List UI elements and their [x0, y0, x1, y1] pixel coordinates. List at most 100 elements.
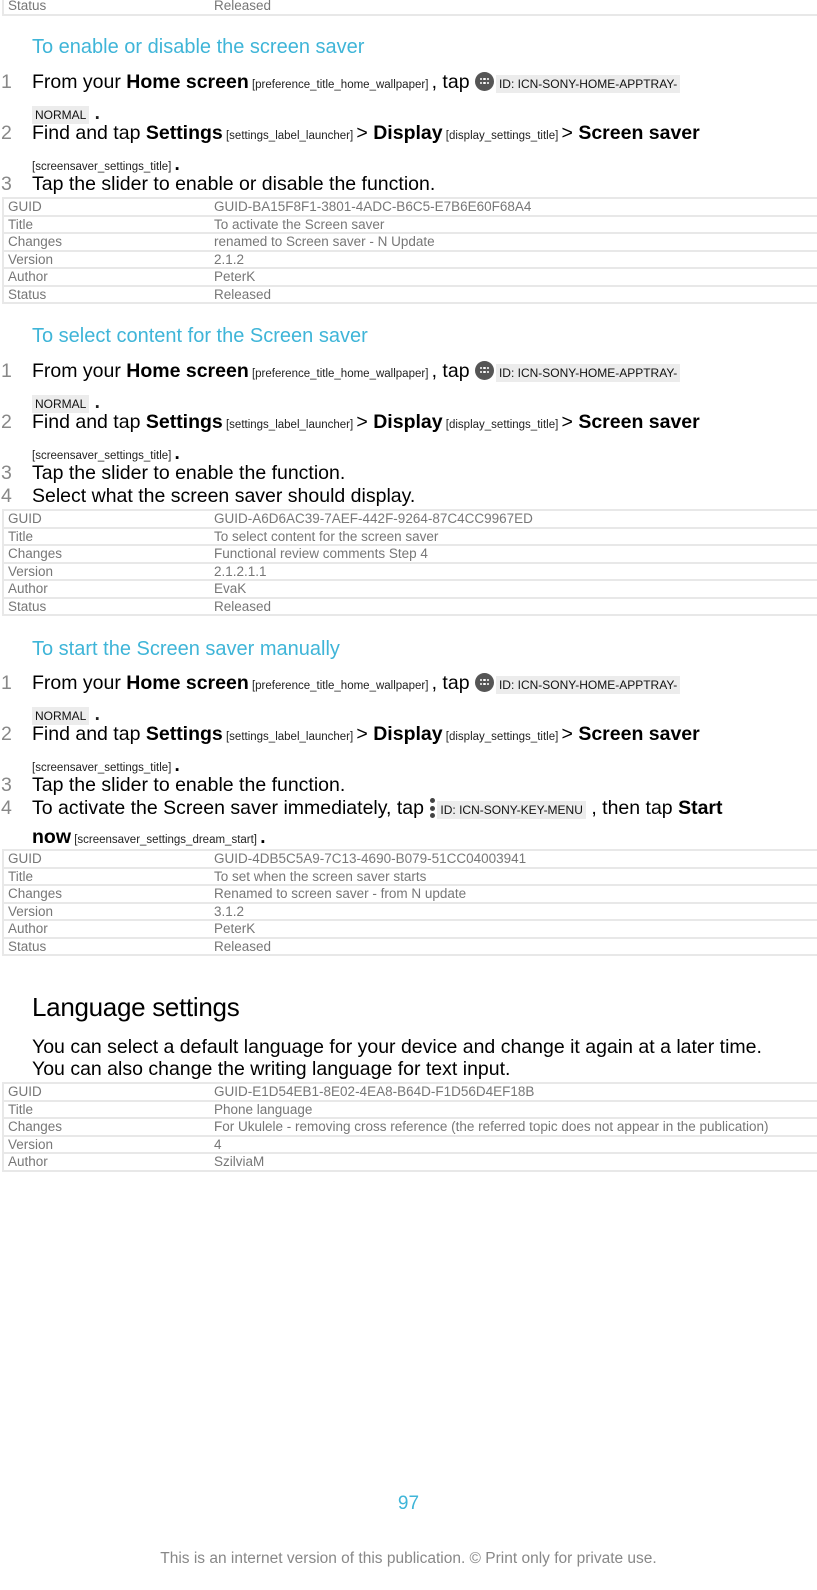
separator: > — [561, 723, 579, 745]
meta-key: Changes — [3, 232, 210, 251]
meta-value: GUID-BA15F8F1-3801-4ADC-B6C5-E7B6E60F68A… — [210, 197, 817, 216]
meta-value: Released — [210, 0, 817, 16]
meta-key: Title — [3, 214, 210, 233]
meta-value: GUID-E1D54EB1-8E02-4EA8-B64D-F1D56D4EF18… — [210, 1082, 817, 1101]
step-number: 4 — [1, 485, 12, 507]
table-row: GUID GUID-A6D6AC39-7AEF-442F-9264-87C4CC9… — [3, 509, 817, 528]
meta-value: 3.1.2 — [210, 901, 817, 920]
table-row: Author PeterK — [3, 919, 817, 938]
table-row: Title To activate the Screen saver — [3, 214, 817, 233]
step-text: Tap the slider to enable or disable the … — [32, 173, 436, 195]
ui-term: Display — [373, 411, 443, 433]
table-row: Version 2.1.2.1.1 — [3, 561, 817, 580]
icon-id-tag: ID: ICN-SONY-KEY-MENU — [437, 801, 586, 819]
meta-value: For Ukulele - removing cross reference (… — [210, 1117, 817, 1136]
table-row: GUID GUID-4DB5C5A9-7C13-4690-B079-51CC040… — [3, 849, 817, 868]
meta-value: GUID-4DB5C5A9-7C13-4690-B079-51CC0400394… — [210, 849, 817, 868]
meta-key: Author — [3, 267, 210, 286]
string-ref: [preference_title_home_wallpaper] — [248, 680, 432, 692]
meta-value: To set when the screen saver starts — [210, 866, 817, 885]
table-row: Status Released — [3, 284, 817, 304]
ui-term: Display — [373, 723, 443, 745]
meta-value: To activate the Screen saver — [210, 214, 817, 233]
meta-key: Author — [3, 1152, 210, 1172]
string-ref: [screensaver_settings_title] — [32, 161, 175, 173]
table-row: Author SzilviaM — [3, 1152, 817, 1172]
string-ref: [display_settings_title] — [442, 130, 562, 142]
meta-key: Title — [3, 1099, 210, 1118]
table-row: Author PeterK — [3, 267, 817, 286]
page-number: 97 — [397, 1493, 420, 1514]
table-row: Changes For Ukulele - removing cross refe… — [3, 1117, 817, 1136]
string-ref: [screensaver_settings_title] — [32, 450, 175, 462]
step-number: 3 — [1, 173, 12, 195]
step-text: . — [174, 154, 180, 175]
step-text: Tap the slider to enable the function. — [32, 774, 346, 796]
table-row: Author EvaK — [3, 579, 817, 598]
meta-value: 4 — [210, 1134, 817, 1153]
meta-key: Status — [3, 284, 210, 304]
section-heading: To select content for the Screen saver — [32, 325, 368, 347]
meta-key: Version — [3, 1134, 210, 1153]
step-number: 1 — [1, 672, 12, 694]
meta-value: To select content for the screen saver — [210, 526, 817, 545]
meta-value: Released — [210, 596, 817, 616]
step-text: . — [89, 704, 100, 725]
step-text: . — [89, 103, 100, 124]
meta-key: Status — [3, 936, 210, 956]
meta-key: GUID — [3, 849, 210, 868]
separator: > — [561, 122, 579, 144]
separator: > — [356, 723, 374, 745]
table-row: Version 4 — [3, 1134, 817, 1153]
step-text: Find and tap — [32, 723, 146, 745]
step-continuation: now [screensaver_settings_dream_start] . — [32, 826, 265, 849]
table-row: Status Released — [3, 936, 817, 956]
paragraph-line: You can select a default language for yo… — [32, 1036, 762, 1058]
table-row: Changes renamed to Screen saver - N Updat… — [3, 232, 817, 251]
meta-key: Author — [3, 579, 210, 598]
step-text: From your — [32, 672, 127, 694]
ui-term: Display — [373, 122, 443, 144]
table-row: Title To set when the screen saver starts — [3, 866, 817, 885]
string-ref: [settings_label_launcher] — [222, 731, 357, 743]
string-ref: [settings_label_launcher] — [222, 130, 357, 142]
step-text: To activate the Screen saver immediately… — [32, 797, 430, 819]
app-tray-icon — [474, 673, 494, 692]
table-row: Title To select content for the screen sa… — [3, 526, 817, 545]
step-text: . — [174, 443, 180, 464]
ui-term: Screen saver — [578, 411, 700, 433]
meta-key: Version — [3, 901, 210, 920]
step-text: Find and tap — [32, 411, 146, 433]
meta-key: Version — [3, 249, 210, 268]
step-number: 1 — [1, 71, 12, 93]
separator: > — [356, 122, 374, 144]
table-row: Changes Renamed to screen saver - from N … — [3, 884, 817, 903]
ui-term: Start — [678, 797, 723, 819]
section-heading: To enable or disable the screen saver — [32, 36, 365, 58]
meta-value: PeterK — [210, 919, 817, 938]
ui-term: Screen saver — [578, 122, 700, 144]
meta-value: Renamed to screen saver - from N update — [210, 884, 817, 903]
ui-term: Settings — [145, 122, 223, 144]
step-text: . — [260, 827, 266, 848]
ui-term: Home screen — [126, 360, 249, 382]
meta-value: EvaK — [210, 579, 817, 598]
footer-notice: This is an internet version of this publ… — [160, 1550, 657, 1567]
step-text: , tap — [431, 672, 475, 694]
ui-term: Home screen — [126, 71, 249, 93]
metadata-table: GUID GUID-BA15F8F1-3801-4ADC-B6C5-E7B6E60… — [2, 197, 817, 304]
step-text: , tap — [431, 71, 475, 93]
string-ref: [screensaver_settings_title] — [32, 762, 175, 774]
table-row: GUID GUID-E1D54EB1-8E02-4EA8-B64D-F1D56D4… — [3, 1082, 817, 1101]
step-number: 1 — [1, 360, 12, 382]
meta-key: Changes — [3, 1117, 210, 1136]
meta-value: GUID-A6D6AC39-7AEF-442F-9264-87C4CC9967E… — [210, 509, 817, 528]
step-text: , tap — [431, 360, 475, 382]
meta-value: Phone language — [210, 1099, 817, 1118]
metadata-table: GUID GUID-A6D6AC39-7AEF-442F-9264-87C4CC9… — [2, 509, 817, 616]
icon-id-tag: ID: ICN-SONY-HOME-APPTRAY- — [495, 364, 681, 382]
ui-term: Home screen — [126, 672, 249, 694]
step-number: 2 — [1, 723, 12, 745]
meta-key: Title — [3, 526, 210, 545]
meta-key: Version — [3, 561, 210, 580]
